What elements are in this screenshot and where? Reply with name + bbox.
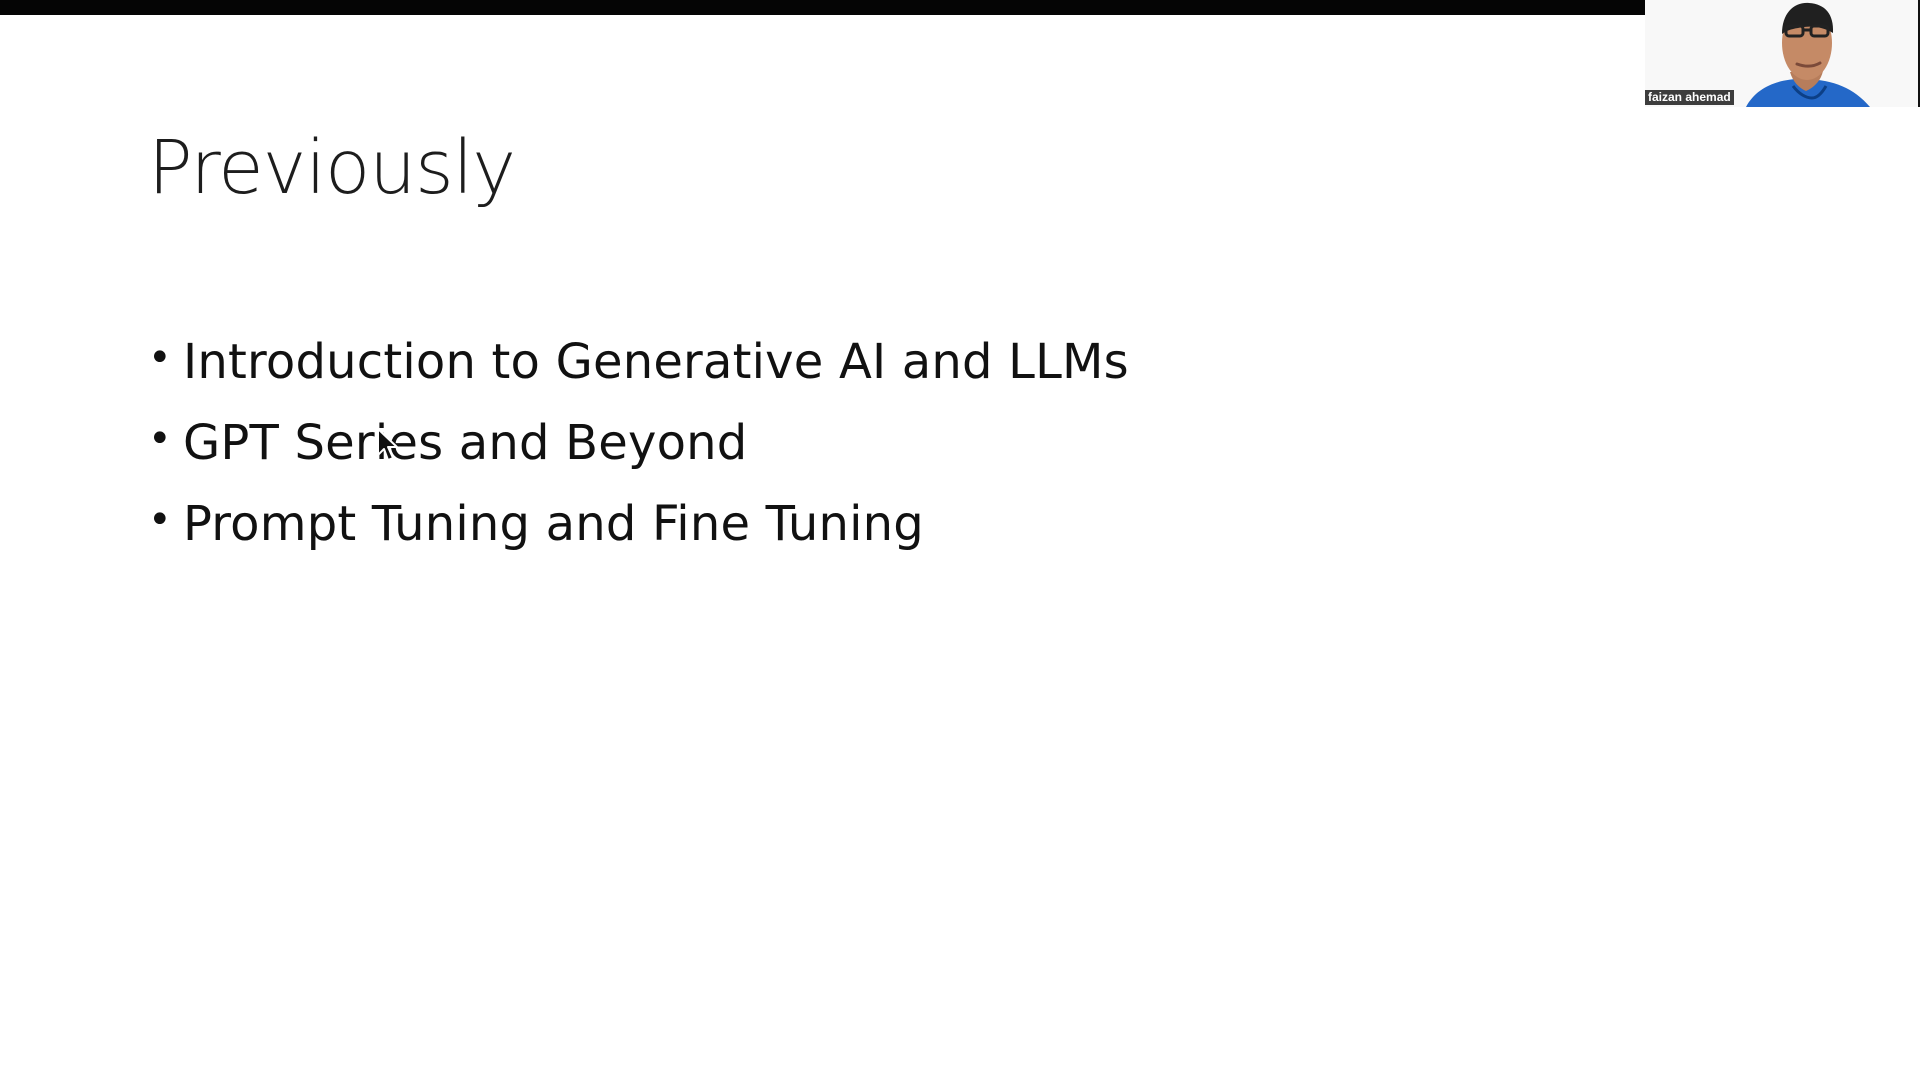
mouse-pointer-icon (377, 428, 398, 461)
screen-share-stage: Previously • Introduction to Generative … (0, 0, 1920, 1080)
bullet-list: • Introduction to Generative AI and LLMs… (148, 321, 1129, 564)
bullet-dot-icon: • (148, 334, 172, 381)
slide-title: Previously (148, 125, 516, 211)
bullet-item-intro: • Introduction to Generative AI and LLMs (148, 321, 1129, 402)
participant-name-label: faizan ahemad (1645, 90, 1734, 105)
bullet-dot-icon: • (148, 415, 172, 462)
bullet-dot-icon: • (148, 496, 172, 543)
participant-video-tile[interactable]: faizan ahemad (1645, 0, 1920, 107)
bullet-item-gpt-series: • GPT Series and Beyond (148, 402, 1129, 483)
bullet-item-prompt-tuning: • Prompt Tuning and Fine Tuning (148, 483, 1129, 564)
bullet-text: GPT Series and Beyond (183, 414, 748, 471)
top-black-bar (0, 0, 1645, 15)
bullet-text: Introduction to Generative AI and LLMs (183, 333, 1129, 390)
bullet-text: Prompt Tuning and Fine Tuning (183, 495, 924, 552)
presentation-slide: Previously • Introduction to Generative … (0, 15, 1920, 1080)
